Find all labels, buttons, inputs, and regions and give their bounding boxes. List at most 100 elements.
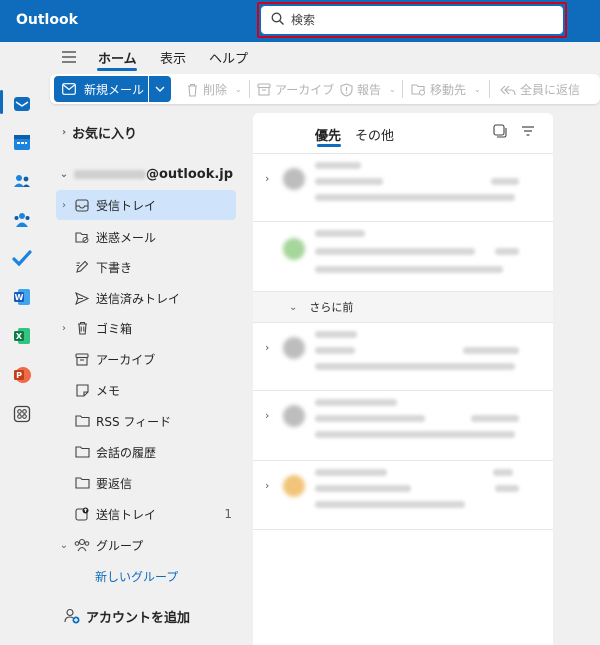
sender-avatar	[283, 337, 305, 359]
chevron-right-icon: ›	[265, 172, 270, 185]
app-title: Outlook	[16, 12, 78, 28]
folder-outbox[interactable]: 送信トレイ 1	[56, 499, 236, 529]
tab-home[interactable]: ホーム	[98, 48, 137, 67]
powerpoint-app-icon[interactable]: P	[10, 363, 34, 387]
section-label: さらに前	[309, 301, 354, 314]
folder-junk[interactable]: 迷惑メール	[56, 222, 236, 252]
tab-focused[interactable]: 優先	[315, 125, 341, 144]
move-to-button[interactable]: 移動先 ⌄	[411, 81, 481, 98]
hamburger-menu-icon[interactable]	[61, 49, 77, 65]
folder-archive[interactable]: アーカイブ	[56, 344, 236, 374]
message-item[interactable]: ›	[253, 153, 553, 221]
junk-icon	[74, 229, 90, 245]
search-input[interactable]	[291, 13, 551, 27]
new-mail-dropdown[interactable]	[149, 76, 171, 102]
note-icon	[74, 382, 90, 398]
folder-label: 送信トレイ	[96, 507, 157, 522]
tab-other[interactable]: その他	[355, 125, 394, 144]
chevron-right-icon: ›	[62, 199, 66, 211]
search-box[interactable]	[261, 6, 563, 34]
redacted-text	[493, 469, 513, 476]
folder-icon	[74, 444, 90, 460]
groups-icon	[74, 537, 90, 553]
folder-drafts[interactable]: 下書き	[56, 252, 236, 282]
toolbar-divider	[402, 80, 403, 98]
folder-label: ゴミ箱	[96, 321, 133, 336]
unread-count: 1	[224, 507, 232, 521]
calendar-app-icon[interactable]	[10, 130, 34, 154]
word-app-icon[interactable]: W	[10, 285, 34, 309]
reply-all-label: 全員に返信	[520, 83, 581, 97]
redacted-text	[315, 469, 387, 476]
new-mail-button[interactable]: 新規メール	[54, 76, 148, 102]
add-account-button[interactable]: アカウントを追加	[62, 601, 242, 631]
add-person-icon	[64, 608, 80, 624]
message-item[interactable]: ›	[253, 460, 553, 530]
redacted-text	[491, 178, 519, 185]
redacted-text	[315, 248, 475, 255]
more-apps-icon[interactable]	[10, 402, 34, 426]
section-header-earlier[interactable]: ⌄ さらに前	[253, 291, 553, 322]
app-rail: W X P	[0, 42, 44, 645]
message-item[interactable]	[253, 221, 553, 291]
redacted-text	[315, 347, 355, 354]
inbox-icon	[74, 197, 90, 213]
reply-all-button[interactable]: 全員に返信	[500, 81, 580, 98]
folder-conversation-history[interactable]: 会話の履歴	[56, 437, 236, 467]
sender-avatar	[283, 475, 305, 497]
excel-app-icon[interactable]: X	[10, 324, 34, 348]
draft-icon	[74, 259, 90, 275]
people-app-icon[interactable]	[10, 169, 34, 193]
shield-alert-icon	[340, 82, 353, 97]
reply-all-icon	[500, 84, 516, 96]
svg-text:W: W	[15, 293, 24, 302]
filter-icon[interactable]	[521, 124, 535, 141]
folder-notes[interactable]: メモ	[56, 375, 236, 405]
folder-label: 下書き	[96, 260, 133, 275]
redacted-text	[315, 363, 515, 370]
archive-button[interactable]: アーカイブ	[257, 81, 334, 98]
report-button[interactable]: 報告 ⌄	[340, 81, 396, 98]
sender-avatar	[283, 238, 305, 260]
select-mode-icon[interactable]	[493, 124, 507, 141]
redacted-text	[315, 415, 425, 422]
redacted-text	[315, 266, 503, 273]
outbox-icon	[74, 506, 90, 522]
tab-help[interactable]: ヘルプ	[209, 48, 248, 67]
folder-icon	[74, 413, 90, 429]
redacted-text	[315, 230, 365, 237]
account-header[interactable]: ⌄ @outlook.jp	[56, 159, 236, 189]
folder-rss[interactable]: RSS フィード	[56, 406, 236, 436]
groups-app-icon[interactable]	[10, 208, 34, 232]
folder-inbox[interactable]: › 受信トレイ	[56, 190, 236, 220]
tab-view[interactable]: 表示	[160, 48, 186, 67]
folder-label: 受信トレイ	[96, 198, 157, 213]
tab-focused-indicator	[317, 144, 341, 147]
message-item[interactable]: ›	[253, 390, 553, 460]
chevron-right-icon: ›	[62, 322, 66, 334]
todo-app-icon[interactable]	[10, 246, 34, 270]
new-group-link[interactable]: 新しいグループ	[95, 568, 178, 585]
tab-active-indicator	[97, 68, 137, 71]
chevron-down-icon: ⌄	[59, 168, 69, 180]
redacted-text	[315, 431, 515, 438]
folder-label: 要返信	[96, 476, 133, 491]
message-item[interactable]: ›	[253, 322, 553, 390]
message-list-pane: 優先 その他 › ⌄ さらに前 › › ›	[253, 113, 553, 645]
chevron-down-icon: ⌄	[389, 85, 396, 94]
redacted-text	[471, 415, 519, 422]
rail-active-indicator	[0, 90, 3, 114]
delete-button[interactable]: 削除 ⌄	[186, 81, 242, 98]
toolbar-divider	[249, 80, 250, 98]
chevron-right-icon: ›	[265, 479, 270, 492]
mail-app-icon[interactable]	[10, 92, 34, 116]
sender-avatar	[283, 405, 305, 427]
folder-sent[interactable]: 送信済みトレイ	[56, 283, 236, 313]
folder-reply-needed[interactable]: 要返信	[56, 468, 236, 498]
search-icon	[271, 12, 285, 29]
groups-header[interactable]: ⌄ グループ	[56, 530, 236, 560]
chevron-right-icon: ›	[265, 409, 270, 422]
folder-move-icon	[411, 83, 426, 96]
favorites-header[interactable]: › お気に入り	[56, 117, 236, 147]
folder-trash[interactable]: › ゴミ箱	[56, 313, 236, 343]
